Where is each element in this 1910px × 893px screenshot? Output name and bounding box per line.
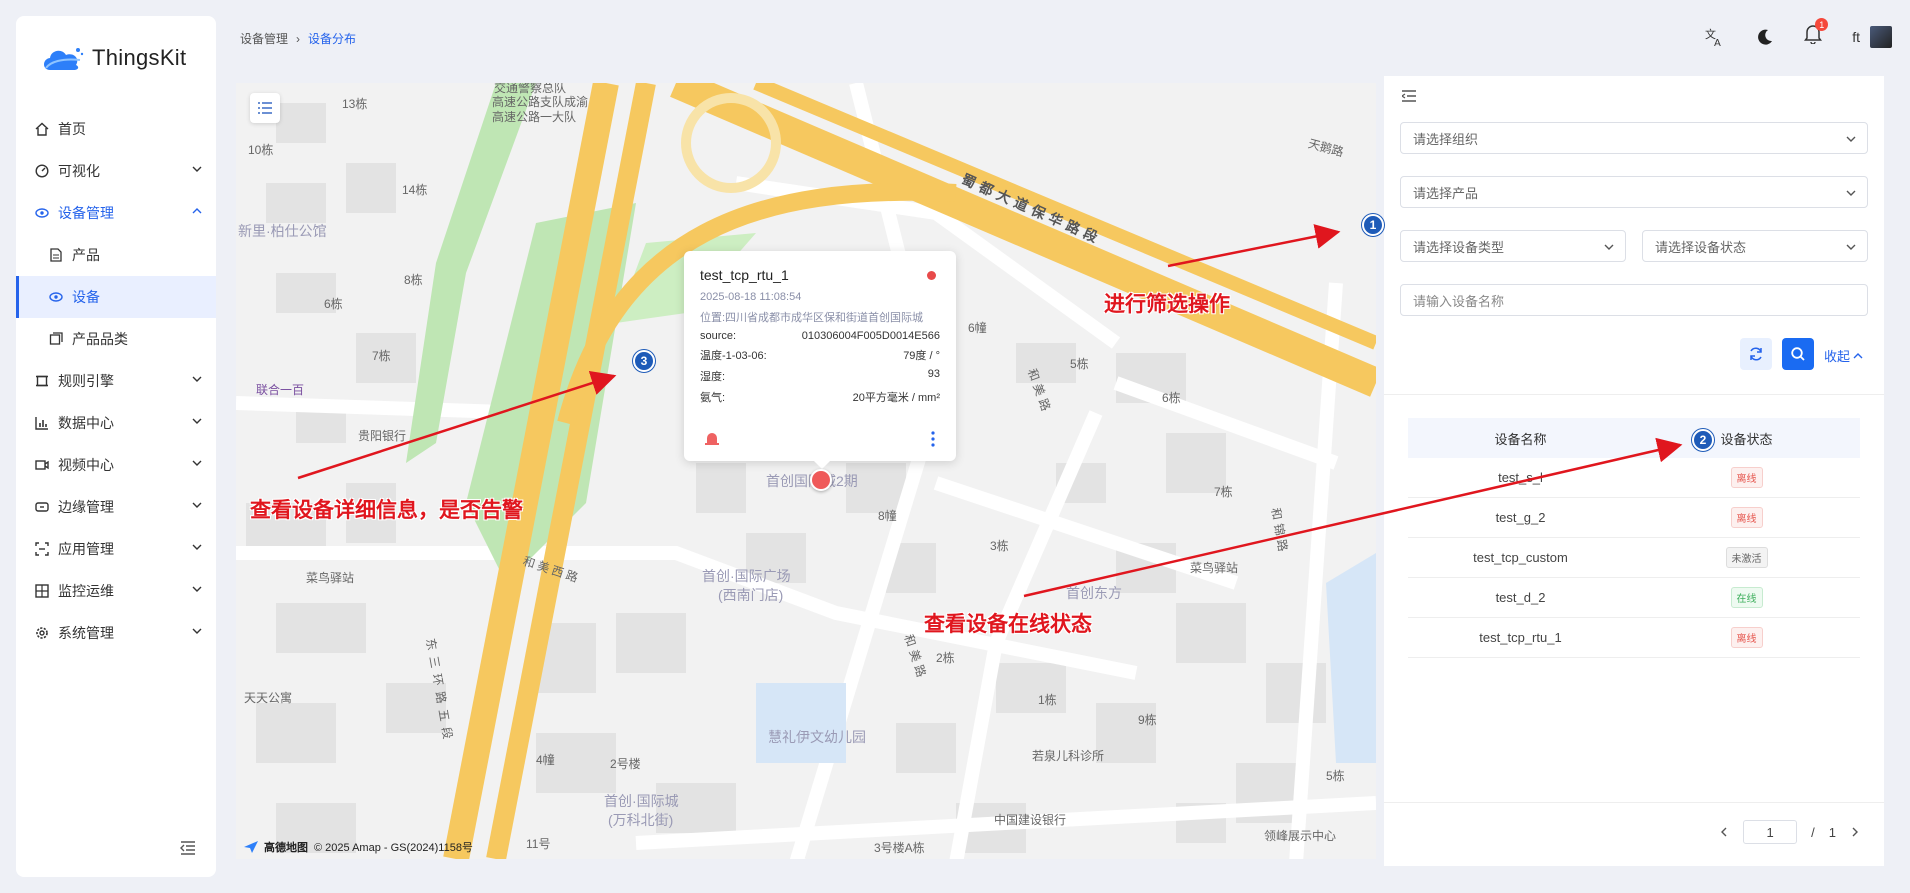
step-marker-3: 3 — [633, 350, 655, 372]
annotation-filter: 进行筛选操作 — [1104, 293, 1230, 316]
arrow-to-filter — [1167, 224, 1341, 268]
step-marker-2: 2 — [1692, 429, 1714, 451]
annotation-online-status: 查看设备在线状态 — [924, 613, 1092, 636]
arrow-to-detail — [297, 371, 617, 480]
annotation-arrows — [297, 224, 1683, 598]
step-marker-1: 1 — [1362, 214, 1384, 236]
arrow-to-status — [1023, 437, 1683, 598]
annotation-device-detail: 查看设备详细信息，是否告警 — [250, 499, 523, 522]
